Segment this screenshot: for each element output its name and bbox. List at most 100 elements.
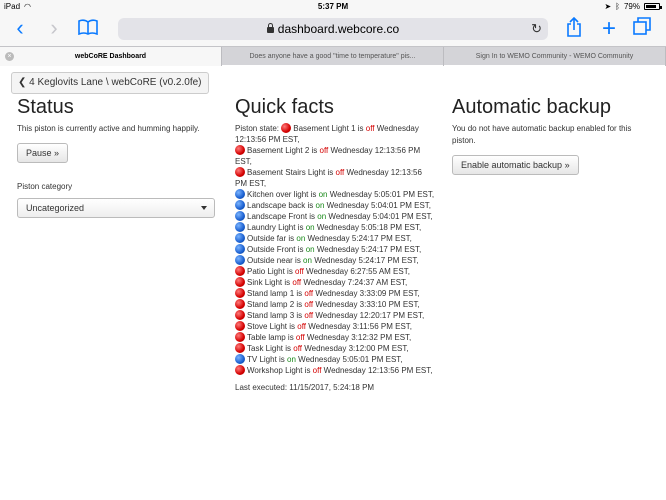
device-state: on: [296, 234, 306, 243]
tab-wemo-community[interactable]: Sign In to WEMO Community - WEMO Communi…: [444, 47, 666, 66]
backup-section: Automatic backup You do not have automat…: [452, 95, 652, 175]
device-name: Basement Light 2: [247, 146, 310, 155]
device-timestamp: Wednesday 3:33:10 PM EST,: [315, 300, 420, 309]
piston-state-label: Piston state:: [235, 124, 280, 133]
url-text: dashboard.webcore.co: [277, 22, 400, 36]
device-timestamp: Wednesday 5:05:01 PM EST,: [329, 190, 435, 199]
battery-icon: [644, 3, 662, 10]
device-name: Basement Light 1: [293, 124, 356, 133]
blue-dot-icon: [235, 200, 245, 210]
enable-backup-button[interactable]: Enable automatic backup »: [452, 155, 579, 175]
category-label: Piston category: [17, 182, 73, 191]
tab-webcore-dashboard[interactable]: × webCoRE Dashboard: [0, 47, 222, 66]
fact-item: TV Light is on Wednesday 5:05:01 PM EST,: [235, 354, 435, 365]
fact-item: Sink Light is off Wednesday 7:24:37 AM E…: [235, 277, 435, 288]
pause-button[interactable]: Pause »: [17, 143, 69, 163]
fact-item: Stove Light is off Wednesday 3:11:56 PM …: [235, 321, 435, 332]
blue-dot-icon: [235, 354, 245, 364]
device-name: Stand lamp 2: [247, 300, 295, 309]
fact-item: Landscape Front is on Wednesday 5:04:01 …: [235, 211, 435, 222]
blue-dot-icon: [235, 222, 245, 232]
lock-icon: [266, 23, 274, 33]
fact-item: Piston state: Basement Light 1 is off We…: [235, 123, 419, 144]
device-name: Patio Light: [247, 267, 285, 276]
device-state: off: [319, 146, 329, 155]
device-timestamp: Wednesday 3:33:09 PM EST,: [315, 289, 420, 298]
fact-item: Stand lamp 3 is off Wednesday 12:20:17 P…: [235, 310, 435, 321]
fact-item: Patio Light is off Wednesday 6:27:55 AM …: [235, 266, 435, 277]
breadcrumb-button[interactable]: ❮ 4 Keglovits Lane \ webCoRE (v0.2.0fe): [11, 72, 209, 94]
device-timestamp: Wednesday 5:24:17 PM EST,: [307, 234, 412, 243]
device-timestamp: Wednesday 5:05:18 PM EST,: [316, 223, 422, 232]
device-state: off: [295, 333, 305, 342]
red-dot-icon: [235, 266, 245, 276]
chevron-down-icon: [201, 206, 207, 210]
page-content: ❮ 4 Keglovits Lane \ webCoRE (v0.2.0fe) …: [0, 65, 666, 500]
tab-label: webCoRE Dashboard: [74, 53, 147, 60]
red-dot-icon: [235, 288, 245, 298]
tabs-icon[interactable]: [630, 17, 654, 41]
device-timestamp: Wednesday 6:27:55 AM EST,: [306, 267, 410, 276]
chevron-left-icon: ❮: [18, 77, 27, 88]
tab-strip: × webCoRE Dashboard Does anyone have a g…: [0, 46, 666, 66]
bookmarks-icon[interactable]: [76, 17, 100, 41]
fact-item: Kitchen over light is on Wednesday 5:05:…: [235, 189, 435, 200]
device-timestamp: Wednesday 5:24:17 PM EST,: [316, 245, 422, 254]
fact-item: Stand lamp 1 is off Wednesday 3:33:09 PM…: [235, 288, 435, 299]
address-bar[interactable]: dashboard.webcore.co ↻: [118, 18, 548, 40]
blue-dot-icon: [235, 189, 245, 199]
device-state: off: [295, 267, 304, 276]
device-state: on: [305, 245, 315, 254]
category-select[interactable]: Uncategorized: [17, 198, 215, 218]
device-name: Outside Front: [247, 245, 296, 254]
red-dot-icon: [235, 321, 245, 331]
device-state: on: [305, 223, 315, 232]
device-name: Task Light: [247, 344, 284, 353]
device-state: off: [304, 311, 314, 320]
fact-item: Basement Stairs Light is off Wednesday 1…: [235, 167, 422, 188]
status-section: Status This piston is currently active a…: [17, 95, 217, 218]
close-tab-icon[interactable]: ×: [5, 52, 14, 61]
fact-item: Laundry Light is on Wednesday 5:05:18 PM…: [235, 222, 435, 233]
red-dot-icon: [235, 145, 245, 155]
device-state: off: [312, 366, 322, 375]
device-timestamp: Wednesday 12:20:17 PM EST,: [315, 311, 425, 320]
fact-item: Landscape back is on Wednesday 5:04:01 P…: [235, 200, 435, 211]
browser-toolbar: ‹ › dashboard.webcore.co ↻ +: [0, 14, 666, 46]
reload-icon[interactable]: ↻: [531, 18, 542, 40]
tab-time-to-temperature[interactable]: Does anyone have a good "time to tempera…: [222, 47, 444, 66]
fact-item: Outside far is on Wednesday 5:24:17 PM E…: [235, 233, 435, 244]
red-dot-icon: [235, 365, 245, 375]
red-dot-icon: [235, 343, 245, 353]
device-name: Sink Light: [247, 278, 283, 287]
device-state: on: [287, 355, 296, 364]
quick-facts-section: Quick facts Piston state: Basement Light…: [235, 95, 440, 393]
quick-facts-list: Piston state: Basement Light 1 is off We…: [235, 123, 435, 393]
back-icon[interactable]: ‹: [8, 17, 32, 41]
device-name: Outside far: [247, 234, 287, 243]
blue-dot-icon: [235, 244, 245, 254]
backup-title: Automatic backup: [452, 96, 611, 118]
last-executed: Last executed: 11/15/2017, 5:24:18 PM: [235, 383, 375, 392]
breadcrumb-label: 4 Keglovits Lane \ webCoRE (v0.2.0fe): [29, 77, 202, 88]
device-name: Outside near: [247, 256, 293, 265]
blue-dot-icon: [235, 233, 245, 243]
blue-dot-icon: [235, 211, 245, 221]
new-tab-icon[interactable]: +: [597, 17, 621, 41]
share-icon[interactable]: [562, 16, 586, 41]
red-dot-icon: [235, 299, 245, 309]
device-name: Workshop Light: [247, 366, 303, 375]
device-timestamp: Wednesday 5:05:01 PM EST,: [298, 355, 403, 364]
forward-icon[interactable]: ›: [42, 17, 66, 41]
red-dot-icon: [235, 277, 245, 287]
red-dot-icon: [235, 332, 245, 342]
device-state: off: [304, 300, 314, 309]
fact-item: Basement Light 2 is off Wednesday 12:13:…: [235, 145, 421, 166]
device-name: Stand lamp 1: [247, 289, 295, 298]
device-state: off: [365, 124, 375, 133]
red-dot-icon: [235, 310, 245, 320]
device-timestamp: Wednesday 7:24:37 AM EST,: [303, 278, 408, 287]
fact-item: Outside near is on Wednesday 5:24:17 PM …: [235, 255, 435, 266]
device-name: Basement Stairs Light: [247, 168, 326, 177]
fact-item: Stand lamp 2 is off Wednesday 3:33:10 PM…: [235, 299, 435, 310]
